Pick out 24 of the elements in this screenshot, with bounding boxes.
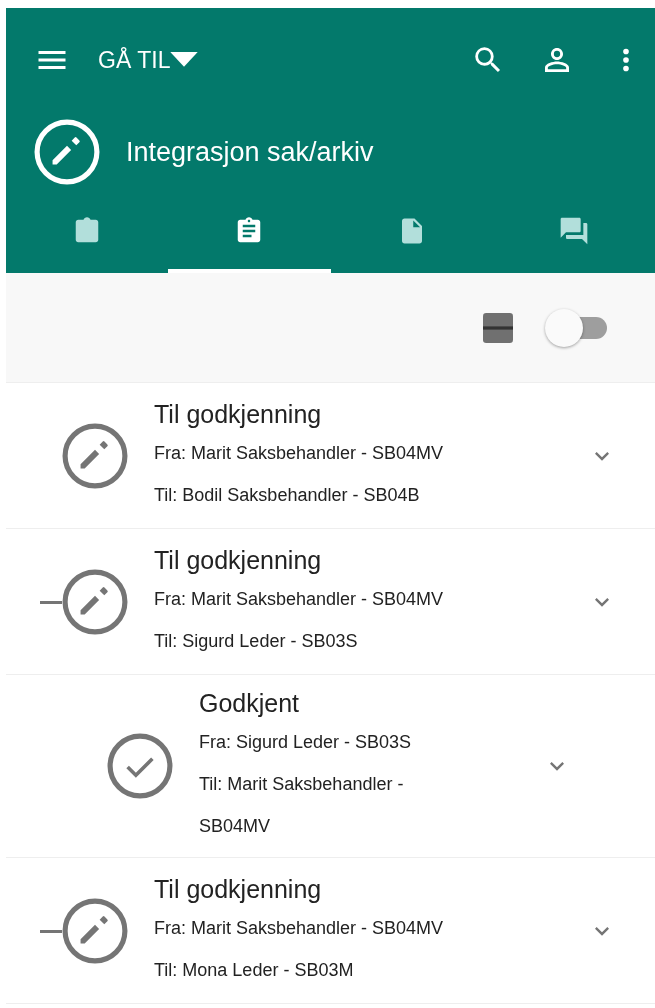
pencil-circle-icon [62, 897, 128, 964]
sender-text: Fra: Marit Saksbehandler - SB04MV [154, 916, 445, 940]
connector-line [40, 600, 62, 604]
recipient-text: Til: Marit Saksbehandler - SB04MV [199, 773, 405, 838]
pencil-circle-icon [62, 568, 128, 635]
pencil-circle-icon [62, 422, 128, 489]
page-title: Integrasjon sak/arkiv [126, 136, 374, 168]
toggle-switch[interactable] [545, 307, 607, 348]
recipient-text: Til: Mona Leder - SB03M [154, 958, 355, 982]
item-title: Godkjent [199, 688, 301, 719]
sender-text: Fra: Marit Saksbehandler - SB04MV [154, 587, 445, 611]
item-title: Til godkjenning [154, 544, 323, 576]
caret-icon [170, 52, 199, 68]
pencil-circle-icon [34, 119, 100, 185]
goto-dropdown[interactable]: GÅ TIL [98, 46, 199, 74]
item-title: Til godkjenning [154, 873, 323, 905]
sender-text: Fra: Marit Saksbehandler - SB04MV [154, 441, 445, 465]
item-title: Til godkjenning [154, 398, 323, 430]
collapse-icon[interactable] [483, 312, 513, 343]
sender-text: Fra: Sigurd Leder - SB03S [199, 731, 413, 754]
recipient-text: Til: Sigurd Leder - SB03S [154, 629, 359, 653]
recipient-text: Til: Bodil Saksbehandler - SB04B [154, 483, 421, 507]
connector-line [40, 929, 62, 933]
check-circle-icon [107, 733, 173, 799]
